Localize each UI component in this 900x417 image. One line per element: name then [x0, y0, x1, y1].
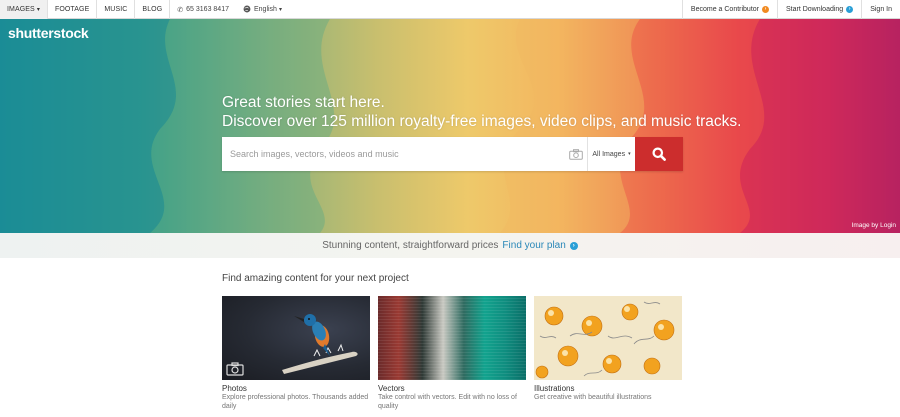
nav-footage-label: FOOTAGE [54, 6, 90, 13]
card-vectors[interactable]: Vectors Take control with vectors. Edit … [378, 296, 526, 411]
card-photos-title[interactable]: Photos [222, 384, 370, 393]
become-contributor-link[interactable]: Become a Contributor › [681, 0, 777, 19]
phone-icon: ✆ [177, 6, 184, 14]
arrow-right-icon: › [762, 6, 769, 13]
nav-footage[interactable]: FOOTAGE [48, 0, 98, 19]
camera-icon[interactable] [565, 137, 587, 171]
card-photos[interactable]: Photos Explore professional photos. Thou… [222, 296, 370, 411]
nav-blog[interactable]: BLOG [135, 0, 171, 19]
headline-line-2: Discover over 125 million royalty-free i… [222, 113, 742, 130]
image-credit[interactable]: Image by Login [852, 222, 896, 229]
language-label: English [253, 6, 277, 13]
card-illustrations-title[interactable]: Illustrations [534, 384, 682, 393]
become-contributor-label: Become a Contributor [690, 6, 759, 13]
top-actions: Become a Contributor › Start Downloading… [681, 0, 900, 19]
nav-music[interactable]: MUSIC [97, 0, 136, 19]
logo-text: shutterstock [8, 25, 89, 41]
content-section-title: Find amazing content for your next proje… [222, 273, 409, 284]
top-nav: IMAGES ▾ FOOTAGE MUSIC BLOG ✆ 65 3163 84… [0, 0, 289, 19]
arrow-right-icon[interactable]: › [569, 241, 578, 250]
card-illustrations-desc: Get creative with beautiful illustration… [534, 394, 652, 401]
nav-blog-label: BLOG [142, 6, 163, 13]
kingfisher-image [282, 314, 358, 374]
caret-down-icon: ▾ [36, 7, 40, 13]
start-downloading-link[interactable]: Start Downloading › [777, 0, 861, 19]
globe-icon [243, 5, 251, 15]
hero-headline: Great stories start here. Discover over … [222, 93, 741, 131]
search-button[interactable] [635, 137, 683, 171]
headline-line-1: Great stories start here. [222, 94, 385, 111]
vectors-thumbnail[interactable] [378, 296, 526, 380]
sign-in-link[interactable]: Sign In [861, 0, 900, 19]
caret-down-icon: ▾ [628, 151, 631, 157]
nav-images[interactable]: IMAGES ▾ [0, 0, 48, 19]
search-bar: All Images ▾ [222, 137, 683, 171]
card-vectors-desc: Take control with vectors. Edit with no … [378, 394, 517, 410]
language-selector[interactable]: English ▾ [236, 0, 289, 19]
card-vectors-title[interactable]: Vectors [378, 384, 526, 393]
card-illustrations[interactable]: Illustrations Get creative with beautifu… [534, 296, 682, 402]
find-plan-link[interactable]: Find your plan [502, 240, 565, 251]
nav-images-label: IMAGES [7, 6, 35, 13]
arrow-right-icon: › [846, 6, 854, 13]
camera-icon [226, 362, 244, 376]
pricing-strip: Stunning content, straightforward prices… [0, 233, 900, 258]
flower-pattern-image [535, 301, 675, 379]
top-bar: IMAGES ▾ FOOTAGE MUSIC BLOG ✆ 65 3163 84… [0, 0, 900, 19]
sign-in-label: Sign In [870, 6, 892, 13]
search-icon [652, 147, 666, 161]
photos-thumbnail[interactable] [222, 296, 370, 380]
shutterstock-logo[interactable]: shutterstock [8, 25, 89, 41]
search-input[interactable] [222, 137, 565, 171]
illustrations-thumbnail[interactable] [534, 296, 682, 380]
media-type-select[interactable]: All Images ▾ [587, 137, 635, 171]
start-downloading-label: Start Downloading [786, 6, 844, 13]
hero-banner: shutterstock Great stories start here. D… [0, 19, 900, 233]
nav-music-label: MUSIC [104, 6, 128, 13]
pricing-text: Stunning content, straightforward prices [322, 240, 499, 251]
phone-contact[interactable]: ✆ 65 3163 8417 [170, 0, 236, 19]
media-type-label: All Images [592, 150, 626, 158]
caret-down-icon: ▾ [278, 7, 282, 13]
phone-number: 65 3163 8417 [186, 6, 229, 13]
card-photos-desc: Explore professional photos. Thousands a… [222, 394, 369, 410]
